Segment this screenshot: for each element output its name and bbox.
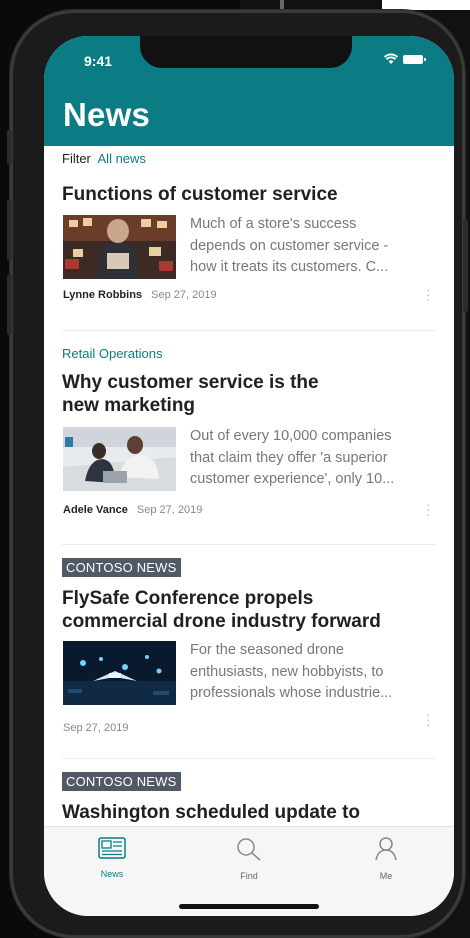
more-options-icon[interactable]: · · · bbox=[426, 707, 431, 731]
article-meta: Sep 27, 2019 bbox=[63, 722, 128, 734]
article-title: FlySafe Conference propels commercial dr… bbox=[62, 587, 436, 633]
article-title: Functions of customer service bbox=[62, 184, 338, 205]
article-thumbnail bbox=[63, 215, 176, 279]
article-card[interactable]: CONTOSO NEWS Washington scheduled update… bbox=[62, 772, 436, 832]
article-author: Adele Vance bbox=[63, 504, 128, 516]
divider bbox=[62, 330, 436, 331]
power-button bbox=[463, 220, 468, 312]
status-time: 9:41 bbox=[84, 53, 113, 69]
snippet-line: enthusiasts, new hobbyists, to bbox=[190, 663, 384, 680]
article-title: Washington scheduled update to bbox=[62, 802, 361, 823]
tab-label: Find bbox=[240, 871, 258, 881]
news-icon bbox=[98, 837, 126, 859]
divider bbox=[62, 758, 436, 759]
snippet-line: depends on customer service - bbox=[190, 237, 389, 254]
background-detail bbox=[382, 0, 470, 10]
snippet-line: that claim they offer 'a superior bbox=[190, 449, 388, 466]
snippet-line: Out of every 10,000 companies bbox=[190, 428, 392, 444]
mute-switch bbox=[7, 130, 12, 164]
article-card[interactable]: CONTOSO NEWS FlySafe Conference propels … bbox=[62, 558, 436, 743]
page-title: News bbox=[63, 96, 151, 133]
more-options-icon[interactable]: · · · bbox=[426, 497, 431, 521]
article-category: Retail Operations bbox=[62, 346, 163, 361]
tab-find[interactable]: Find bbox=[209, 837, 289, 881]
article-snippet: For the seasoned drone enthusiasts, new … bbox=[190, 640, 436, 705]
tab-bar: News Find Me bbox=[44, 826, 454, 916]
article-thumbnail bbox=[63, 427, 176, 491]
article-meta: Lynne Robbins Sep 27, 2019 bbox=[63, 289, 217, 301]
battery-icon bbox=[403, 55, 426, 64]
article-snippet: Much of a store's success depends on cus… bbox=[190, 214, 436, 279]
filter-bar[interactable]: Filter All news bbox=[62, 151, 146, 166]
article-title: Why customer service is the new marketin… bbox=[62, 371, 436, 417]
more-options-icon[interactable]: · · · bbox=[426, 282, 431, 306]
snippet-line: Much of a store's success bbox=[190, 216, 357, 232]
wifi-icon bbox=[384, 53, 398, 64]
title-line: commercial drone industry forward bbox=[62, 611, 381, 632]
snippet-line: customer experience', only 10... bbox=[190, 471, 395, 487]
app-screen: 9:41 News Filter All news Functions of c… bbox=[44, 36, 454, 916]
snippet-line: how it treats its customers. C... bbox=[190, 259, 389, 275]
home-indicator bbox=[179, 904, 319, 909]
tab-label: News bbox=[100, 869, 124, 879]
tab-me[interactable]: Me bbox=[346, 837, 426, 881]
filter-value-link[interactable]: All news bbox=[98, 151, 146, 166]
article-snippet: Out of every 10,000 companies that claim… bbox=[190, 426, 436, 491]
article-badge: CONTOSO NEWS bbox=[62, 558, 181, 577]
filter-label: Filter bbox=[62, 151, 91, 166]
article-author: Lynne Robbins bbox=[63, 289, 143, 301]
tab-news[interactable]: News bbox=[72, 837, 152, 879]
tab-label: Me bbox=[379, 871, 393, 881]
volume-up-button bbox=[7, 200, 12, 260]
divider bbox=[62, 544, 436, 545]
title-line: new marketing bbox=[62, 395, 196, 416]
article-date: Sep 27, 2019 bbox=[136, 504, 203, 516]
title-line: Why customer service is the bbox=[62, 372, 319, 393]
person-icon bbox=[375, 837, 397, 861]
article-badge: CONTOSO NEWS bbox=[62, 772, 181, 791]
search-icon bbox=[237, 838, 261, 861]
volume-down-button bbox=[7, 275, 12, 335]
article-meta: Adele Vance Sep 27, 2019 bbox=[63, 504, 202, 516]
article-card[interactable]: Retail Operations Why customer service i… bbox=[62, 346, 436, 526]
snippet-line: professionals whose industrie... bbox=[190, 685, 393, 701]
title-line: FlySafe Conference propels bbox=[62, 588, 314, 609]
app-header: 9:41 News bbox=[44, 36, 454, 146]
article-thumbnail bbox=[63, 641, 176, 705]
notch bbox=[140, 36, 352, 68]
article-card[interactable]: Functions of customer service Much of a … bbox=[62, 183, 436, 313]
article-date: Sep 27, 2019 bbox=[63, 722, 129, 734]
snippet-line: For the seasoned drone bbox=[190, 642, 344, 658]
article-date: Sep 27, 2019 bbox=[151, 289, 217, 301]
